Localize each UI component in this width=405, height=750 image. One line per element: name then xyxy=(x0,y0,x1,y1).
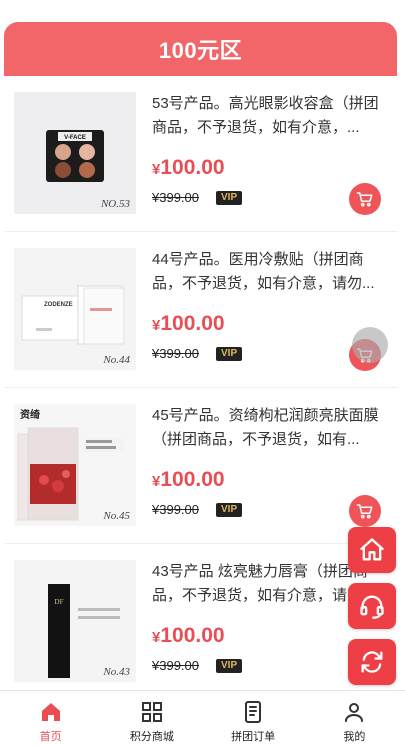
product-number: No.44 xyxy=(103,354,130,366)
float-refresh-button[interactable] xyxy=(348,639,396,685)
product-image[interactable]: V-FACE NO.53 xyxy=(14,92,136,214)
product-name[interactable]: 45号产品。资绮枸杞润颜亮肤面膜（拼团商品，不予退货，如有... xyxy=(152,404,384,452)
product-price: ¥100.00 xyxy=(152,624,225,647)
box-label: 资绮 xyxy=(20,408,40,421)
vip-badge: VIP xyxy=(216,347,243,361)
product-image[interactable]: DF No.43 xyxy=(14,560,136,682)
tab-label: 积分商城 xyxy=(129,731,174,743)
product-item[interactable]: V-FACE NO.53 53号产品。高光眼影收容盒（拼团商品，不予退货，如有介… xyxy=(4,76,397,232)
tab-label: 首页 xyxy=(39,731,62,743)
order-icon xyxy=(245,701,262,723)
product-price: ¥100.00 xyxy=(152,468,225,491)
page-header: 100元区 xyxy=(4,22,397,76)
box-label: ZODENZE xyxy=(44,302,73,308)
product-number: No.43 xyxy=(103,666,130,678)
headset-icon xyxy=(360,595,384,619)
home-icon xyxy=(41,703,60,721)
overlay-dot xyxy=(352,327,388,363)
box-label: DF xyxy=(55,598,64,606)
product-number: No.45 xyxy=(103,510,130,522)
original-price: ¥399.00 xyxy=(152,346,199,361)
float-home-button[interactable] xyxy=(348,527,396,573)
original-price: ¥399.00 xyxy=(152,658,199,673)
bottom-tab-bar: 首页 积分商城 拼团订单 我的 xyxy=(0,690,405,750)
product-item[interactable]: DF No.43 43号产品 炫亮魅力唇膏（拼团商品，不予退货，如有介意，请..… xyxy=(4,544,397,690)
vip-badge: VIP xyxy=(216,659,243,673)
tab-label: 拼团订单 xyxy=(231,731,276,743)
add-to-cart-button[interactable] xyxy=(349,495,381,527)
page-title: 100元区 xyxy=(158,38,243,63)
grid-icon xyxy=(141,702,162,722)
product-image[interactable]: ZODENZE No.44 xyxy=(14,248,136,370)
cart-icon xyxy=(356,192,373,207)
box-label: V-FACE xyxy=(64,135,86,141)
product-item[interactable]: 资绮 No.45 45号产品。资绮枸杞润颜亮肤面膜（拼团商品，不予退货，如有..… xyxy=(4,388,397,544)
cart-icon xyxy=(356,504,373,519)
vip-badge: VIP xyxy=(216,503,243,517)
product-name[interactable]: 44号产品。医用冷敷贴（拼团商品，不予退货，如有介意，请勿... xyxy=(152,248,384,296)
refresh-icon xyxy=(361,651,383,673)
product-price: ¥100.00 xyxy=(152,156,225,179)
tab-points-mall[interactable]: 积分商城 xyxy=(101,691,202,750)
product-item[interactable]: ZODENZE No.44 44号产品。医用冷敷贴（拼团商品，不予退货，如有介意… xyxy=(4,232,397,388)
original-price: ¥399.00 xyxy=(152,502,199,517)
product-number: NO.53 xyxy=(100,198,130,210)
tab-group-orders[interactable]: 拼团订单 xyxy=(203,691,304,750)
vip-badge: VIP xyxy=(216,191,243,205)
tab-label: 我的 xyxy=(343,731,366,743)
original-price: ¥399.00 xyxy=(152,190,199,205)
add-to-cart-button[interactable] xyxy=(349,183,381,215)
tab-home[interactable]: 首页 xyxy=(0,691,101,750)
product-image[interactable]: 资绮 No.45 xyxy=(14,404,136,526)
float-service-button[interactable] xyxy=(348,583,396,629)
product-price: ¥100.00 xyxy=(152,312,225,335)
product-name[interactable]: 53号产品。高光眼影收容盒（拼团商品，不予退货，如有介意，... xyxy=(152,92,384,140)
tab-mine[interactable]: 我的 xyxy=(304,691,405,750)
product-list: V-FACE NO.53 53号产品。高光眼影收容盒（拼团商品，不予退货，如有介… xyxy=(4,76,397,690)
home-icon xyxy=(360,538,384,561)
user-icon xyxy=(345,703,364,722)
